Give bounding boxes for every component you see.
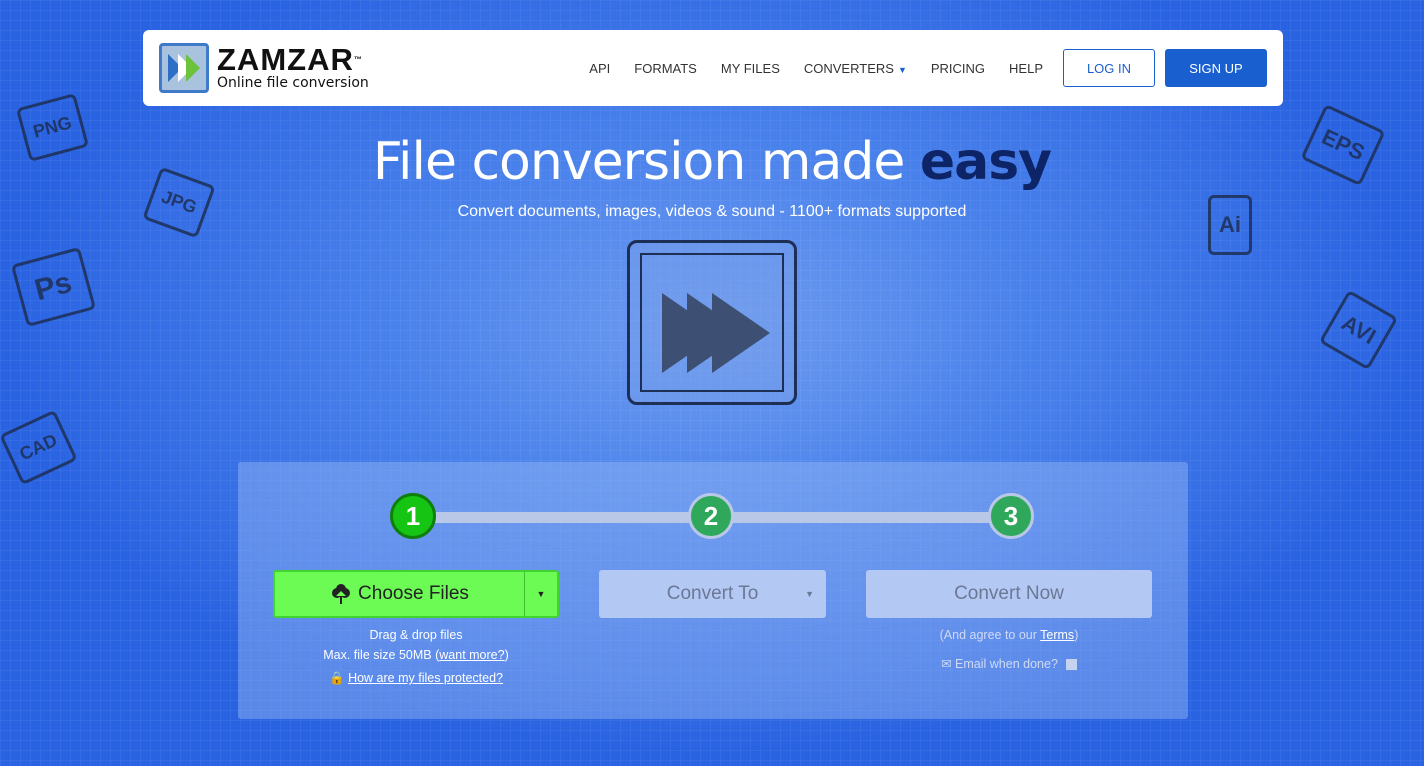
hero-title-main: File conversion made — [372, 132, 920, 192]
envelope-icon: ✉ — [941, 657, 952, 671]
hero-subtitle: Convert documents, images, videos & soun… — [457, 203, 967, 220]
top-navbar: ZAMZAR™ Online file conversion API FORMA… — [143, 30, 1283, 106]
hero-title: File conversion made easy — [0, 132, 1424, 192]
choose-files-button[interactable]: Choose Files — [275, 572, 524, 616]
choose-files-dropdown[interactable]: ▼ — [524, 572, 557, 616]
choose-files-button-group: Choose Files ▼ — [273, 570, 559, 618]
max-size-end: ) — [504, 648, 509, 662]
zamzar-logo-icon — [159, 43, 209, 93]
step-1: 1 — [390, 493, 436, 539]
caret-down-icon: ▼ — [805, 589, 814, 599]
email-when-done-label: Email when done? — [955, 657, 1058, 671]
signup-button[interactable]: SIGN UP — [1165, 49, 1267, 87]
nav-my-files[interactable]: MY FILES — [721, 61, 780, 76]
nav-converters-label: CONVERTERS — [803, 60, 894, 76]
convert-to-label: Convert To — [666, 583, 759, 604]
nav-help[interactable]: HELP — [1009, 61, 1043, 76]
login-button[interactable]: LOG IN — [1063, 49, 1155, 87]
agree-pre: (And agree to our — [939, 628, 1041, 642]
lock-icon: 🔒 — [329, 671, 345, 685]
nav-pricing[interactable]: PRICING — [931, 61, 985, 76]
trademark: ™ — [353, 55, 363, 64]
main-menu: API FORMATS MY FILES CONVERTERS ▼ PRICING… — [565, 49, 1267, 87]
max-size-label: Max. file size 50MB ( — [323, 648, 440, 662]
fast-forward-illustration — [627, 240, 797, 405]
cloud-upload-icon — [332, 584, 351, 604]
nav-converters[interactable]: CONVERTERS ▼ — [804, 61, 907, 76]
choose-files-label: Choose Files — [358, 583, 469, 604]
logo-title: ZAMZAR — [217, 42, 354, 77]
drag-drop-text: Drag & drop files — [369, 628, 463, 642]
want-more-link[interactable]: want more? — [439, 648, 504, 662]
caret-down-icon: ▼ — [897, 64, 907, 75]
logo-subtitle: Online file conversion — [217, 75, 369, 91]
terms-text: (And agree to our Terms) — [866, 628, 1152, 642]
terms-link[interactable]: Terms — [1040, 628, 1074, 642]
email-option: ✉ Email when done? — [866, 656, 1152, 671]
protection-info: 🔒 How are my files protected? — [273, 671, 559, 686]
email-checkbox[interactable] — [1065, 659, 1077, 671]
convert-to-select[interactable]: Convert To ▼ — [599, 570, 826, 618]
files-protected-link[interactable]: How are my files protected? — [348, 671, 503, 685]
convert-now-button[interactable]: Convert Now — [866, 570, 1152, 618]
agree-post: ) — [1074, 628, 1079, 642]
max-size-text: Max. file size 50MB (want more?) — [273, 648, 559, 662]
nav-api[interactable]: API — [589, 61, 610, 76]
step-3: 3 — [988, 493, 1034, 539]
zamzar-logo[interactable]: ZAMZAR™ Online file conversion — [159, 43, 369, 93]
nav-formats[interactable]: FORMATS — [634, 61, 697, 76]
converter-panel: 1 2 3 Choose Files ▼ Convert To ▼ Convert… — [238, 462, 1188, 719]
step-2: 2 — [688, 493, 734, 539]
hero-title-emphasis: easy — [919, 132, 1052, 192]
